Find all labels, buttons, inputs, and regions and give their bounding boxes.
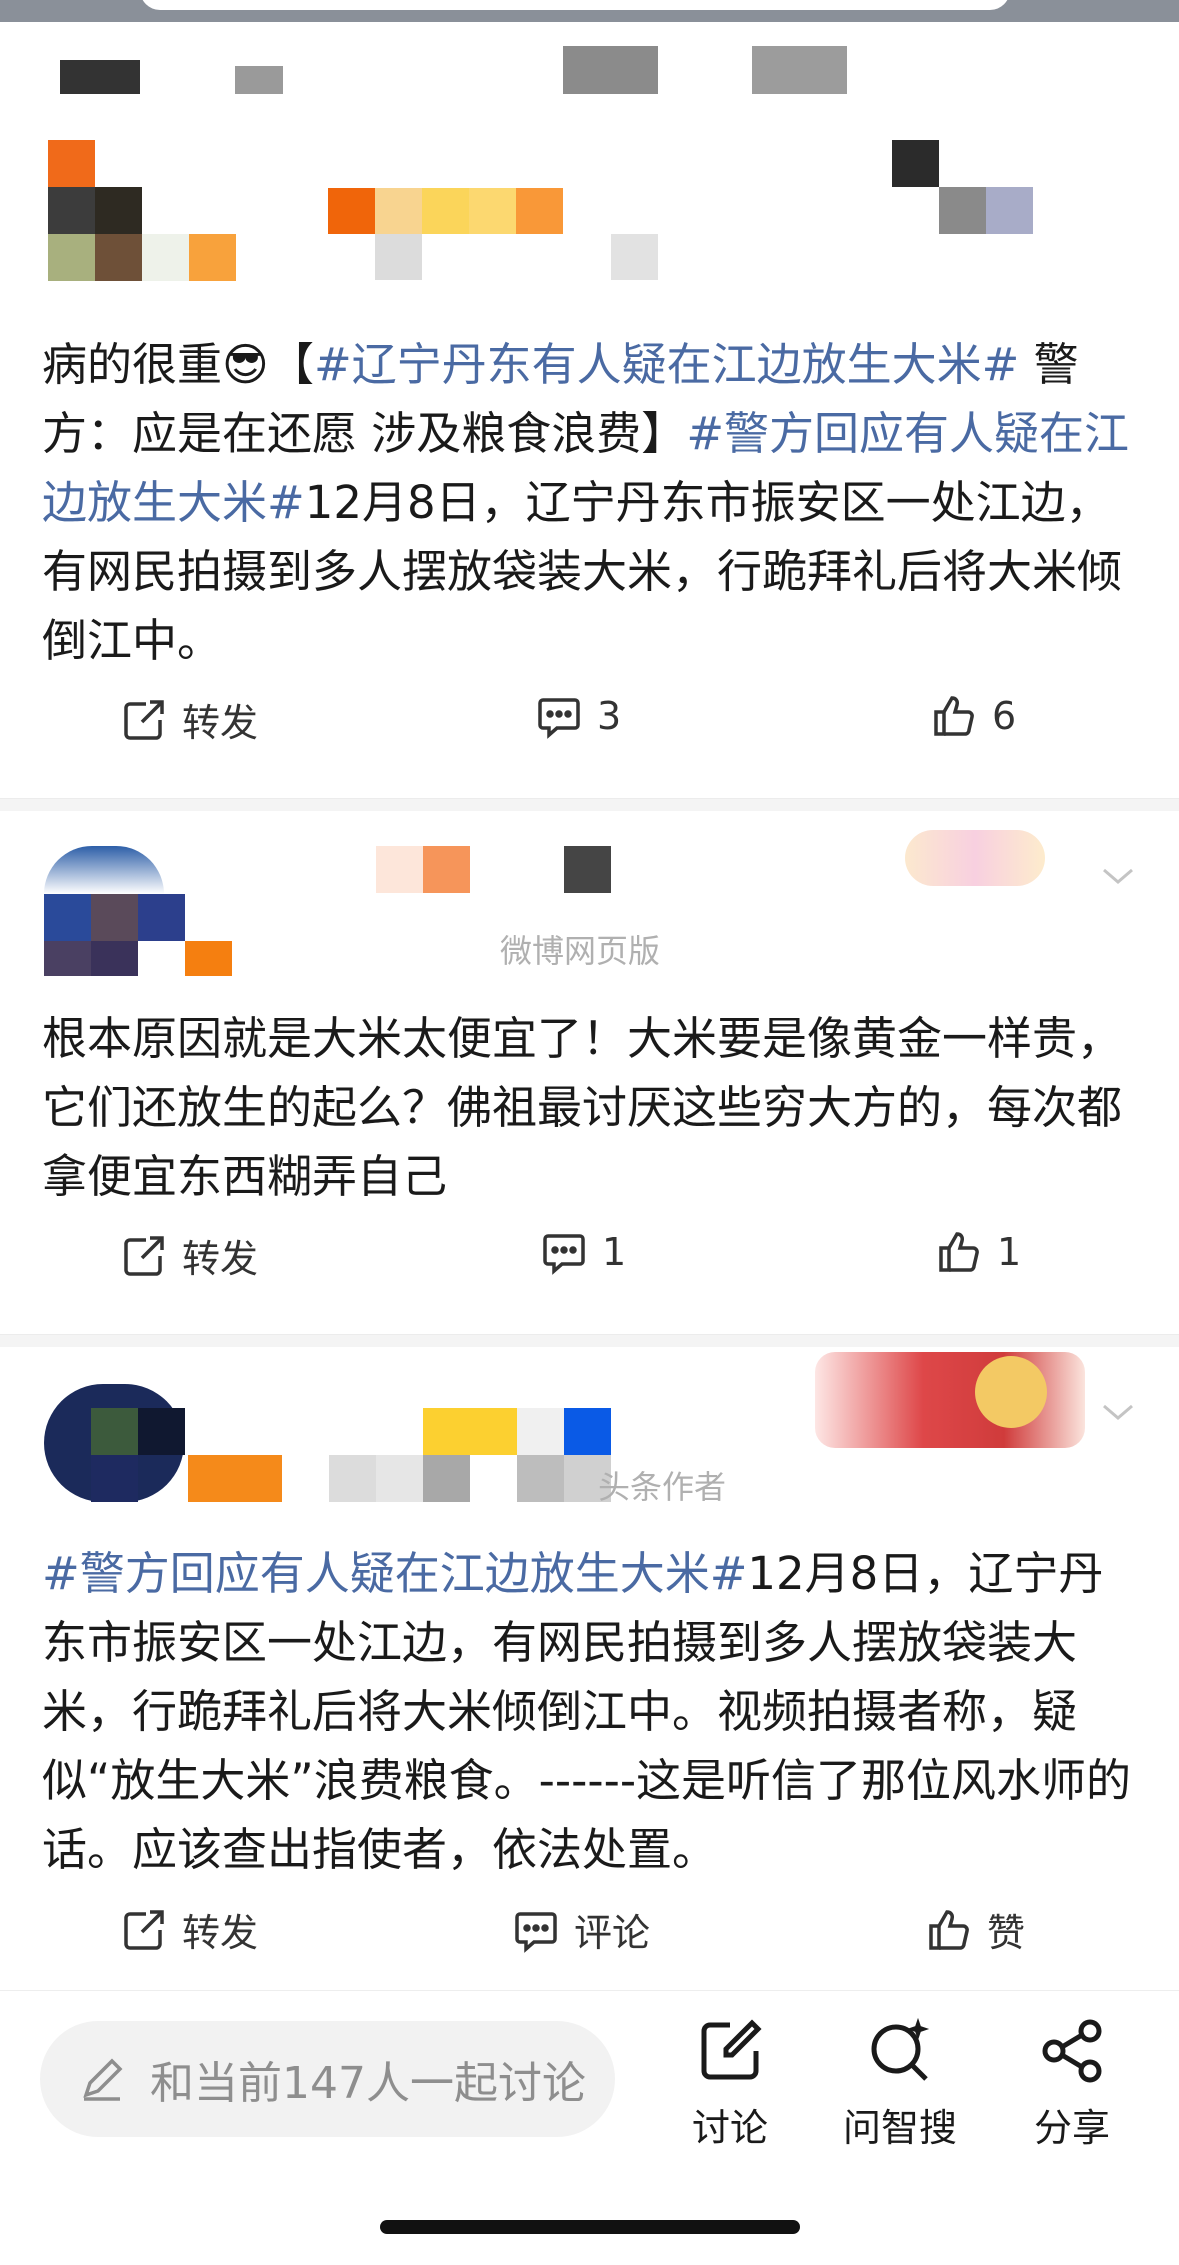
like-button[interactable]: 6	[930, 692, 1016, 740]
comment-label: 评论	[574, 1911, 651, 1955]
discuss-button[interactable]: 讨论	[670, 2015, 790, 2152]
post-body: 根本原因就是大米太便宜了！大米要是像黄金一样贵，它们还放生的起么？佛祖最讨厌这些…	[42, 1004, 1132, 1211]
comment-icon	[543, 1234, 585, 1275]
blurred-header-fragment	[563, 46, 658, 94]
edit-icon	[701, 2019, 762, 2080]
blurred-header-fragment	[235, 66, 283, 94]
post-source: 头条作者	[598, 1468, 727, 1506]
chevron-down-icon[interactable]	[1098, 1392, 1138, 1432]
post-text: 【	[268, 338, 314, 391]
repost-icon	[124, 699, 164, 740]
post-text: 根本原因就是大米太便宜了！大米要是像黄金一样贵，它们还放生的起么？佛祖最讨厌这些…	[42, 1012, 1123, 1203]
post-divider	[0, 798, 1179, 811]
post-body: 病的很重😎【#辽宁丹东有人疑在江边放生大米# 警方：应是在还愿 涉及粮食浪费】#…	[42, 330, 1152, 675]
repost-label: 转发	[182, 701, 259, 745]
blurred-badge	[892, 140, 1034, 234]
home-indicator[interactable]	[380, 2220, 800, 2234]
status-bar-edge	[0, 0, 1179, 22]
share-icon	[1042, 2019, 1102, 2083]
blurred-meta	[611, 234, 658, 280]
username[interactable]	[328, 188, 564, 280]
comment-icon	[515, 1911, 557, 1953]
post-body: #警方回应有人疑在江边放生大米#12月8日，辽宁丹东市振安区一处江边，有网民拍摄…	[42, 1539, 1132, 1884]
ai-search-label: 问智搜	[842, 2106, 957, 2150]
discuss-placeholder: 和当前147人一起讨论	[150, 2058, 586, 2109]
avatar[interactable]	[44, 846, 236, 976]
post-divider	[0, 1334, 1179, 1347]
decoration-badge	[815, 1352, 1085, 1448]
post-actions: 转发 评论 赞	[0, 1902, 1179, 1992]
repost-icon	[124, 1909, 164, 1950]
comment-count: 1	[602, 1230, 627, 1274]
repost-label: 转发	[182, 1911, 259, 1955]
share-button[interactable]: 分享	[1012, 2015, 1132, 2152]
post-actions: 转发 1 1	[0, 1228, 1179, 1318]
hashtag-link[interactable]: #辽宁丹东有人疑在江边放生大米#	[314, 338, 1019, 391]
thumbs-up-icon	[939, 1232, 979, 1272]
post-text: 病的很重	[42, 338, 223, 391]
like-button[interactable]: 赞	[925, 1902, 1025, 1957]
repost-button[interactable]: 转发	[120, 1902, 258, 1957]
sunglasses-emoji-icon: 😎	[222, 338, 269, 391]
like-count: 6	[992, 694, 1017, 738]
post-source: 微博网页版	[500, 932, 661, 970]
discuss-label: 讨论	[691, 2106, 768, 2150]
repost-button[interactable]: 转发	[120, 692, 258, 747]
comment-button[interactable]: 3	[535, 692, 621, 740]
thumbs-up-icon	[934, 696, 974, 736]
like-count: 1	[997, 1230, 1022, 1274]
username[interactable]	[376, 846, 612, 893]
share-label: 分享	[1033, 2106, 1110, 2150]
repost-label: 转发	[182, 1237, 259, 1281]
avatar[interactable]	[48, 140, 236, 281]
comment-count: 3	[597, 694, 622, 738]
comment-button[interactable]: 评论	[512, 1902, 650, 1957]
ai-search-button[interactable]: 问智搜	[840, 2015, 960, 2152]
pencil-icon	[83, 2058, 123, 2101]
blurred-header-fragment	[60, 60, 140, 94]
repost-button[interactable]: 转发	[120, 1228, 258, 1283]
comment-button[interactable]: 1	[540, 1228, 626, 1276]
ai-search-icon	[871, 2017, 930, 2081]
hashtag-link[interactable]: #警方回应有人疑在江边放生大米#	[42, 1547, 747, 1600]
repost-icon	[124, 1235, 164, 1276]
like-button[interactable]: 1	[935, 1228, 1021, 1276]
thumbs-up-icon	[929, 1909, 969, 1950]
like-label: 赞	[987, 1911, 1026, 1955]
chevron-down-icon[interactable]	[1098, 856, 1138, 896]
discuss-input[interactable]: 和当前147人一起讨论	[40, 2021, 615, 2137]
decoration-badge	[905, 830, 1045, 886]
post-actions: 转发 3 6	[0, 692, 1179, 782]
comment-icon	[538, 698, 580, 739]
blurred-header-fragment	[752, 46, 847, 94]
